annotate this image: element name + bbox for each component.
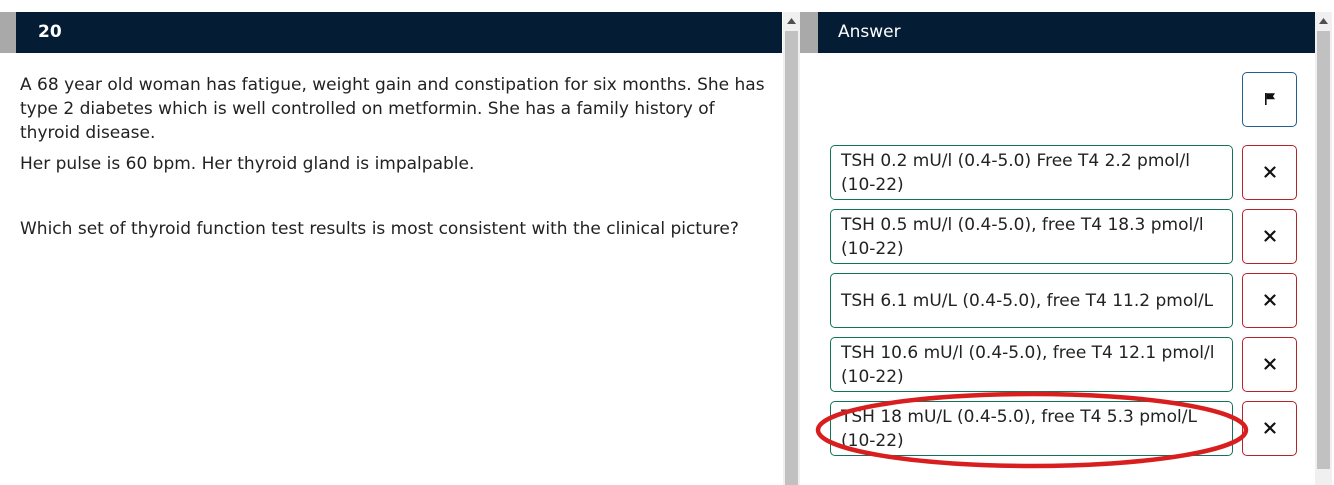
scrollbar-thumb[interactable] <box>1317 31 1330 469</box>
question-scrollbar[interactable] <box>783 12 800 485</box>
question-number: 20 <box>38 22 62 42</box>
answer-option-5[interactable]: TSH 18 mU/L (0.4-5.0), free T4 5.3 pmol/… <box>830 401 1233 456</box>
question-header-accent <box>0 12 16 53</box>
flag-icon <box>1264 90 1276 109</box>
answer-option-1[interactable]: TSH 0.2 mU/l (0.4-5.0) Free T4 2.2 pmol/… <box>830 145 1233 200</box>
close-icon <box>1263 163 1276 182</box>
scroll-up-arrow-icon[interactable] <box>783 12 800 29</box>
answer-option-label: TSH 10.6 mU/l (0.4-5.0), free T4 12.1 pm… <box>841 342 1215 387</box>
eliminate-option-5-button[interactable] <box>1242 401 1297 456</box>
question-stem-paragraph: A 68 year old woman has fatigue, weight … <box>20 75 765 143</box>
answer-option-label: TSH 0.2 mU/l (0.4-5.0) Free T4 2.2 pmol/… <box>841 150 1190 195</box>
answer-option-label: TSH 0.5 mU/l (0.4-5.0), free T4 18.3 pmo… <box>841 214 1204 259</box>
answer-option-2[interactable]: TSH 0.5 mU/l (0.4-5.0), free T4 18.3 pmo… <box>830 209 1233 264</box>
scrollbar-thumb[interactable] <box>785 31 798 485</box>
answer-option-4[interactable]: TSH 10.6 mU/l (0.4-5.0), free T4 12.1 pm… <box>830 337 1233 392</box>
panel-divider <box>800 12 818 53</box>
scroll-up-arrow-icon[interactable] <box>1315 12 1332 29</box>
answer-title: Answer <box>838 22 901 42</box>
question-panel: 20 A 68 year old woman has fatigue, weig… <box>0 0 783 485</box>
close-icon <box>1263 419 1276 438</box>
answer-option-label: TSH 18 mU/L (0.4-5.0), free T4 5.3 pmol/… <box>841 406 1197 451</box>
question-prompt: Which set of thyroid function test resul… <box>20 219 739 239</box>
question-exam-paragraph: Her pulse is 60 bpm. Her thyroid gland i… <box>20 154 475 174</box>
eliminate-option-4-button[interactable] <box>1242 337 1297 392</box>
answer-option-label: TSH 6.1 mU/L (0.4-5.0), free T4 11.2 pmo… <box>841 290 1214 311</box>
flag-button[interactable] <box>1242 72 1297 127</box>
close-icon <box>1263 355 1276 374</box>
close-icon <box>1263 291 1276 310</box>
answer-header: Answer <box>818 12 1315 53</box>
eliminate-option-2-button[interactable] <box>1242 209 1297 264</box>
question-header: 20 <box>16 12 782 53</box>
answer-option-3[interactable]: TSH 6.1 mU/L (0.4-5.0), free T4 11.2 pmo… <box>830 273 1233 328</box>
answer-scrollbar[interactable] <box>1315 12 1332 485</box>
eliminate-option-1-button[interactable] <box>1242 145 1297 200</box>
close-icon <box>1263 227 1276 246</box>
eliminate-option-3-button[interactable] <box>1242 273 1297 328</box>
question-body: A 68 year old woman has fatigue, weight … <box>20 73 765 248</box>
